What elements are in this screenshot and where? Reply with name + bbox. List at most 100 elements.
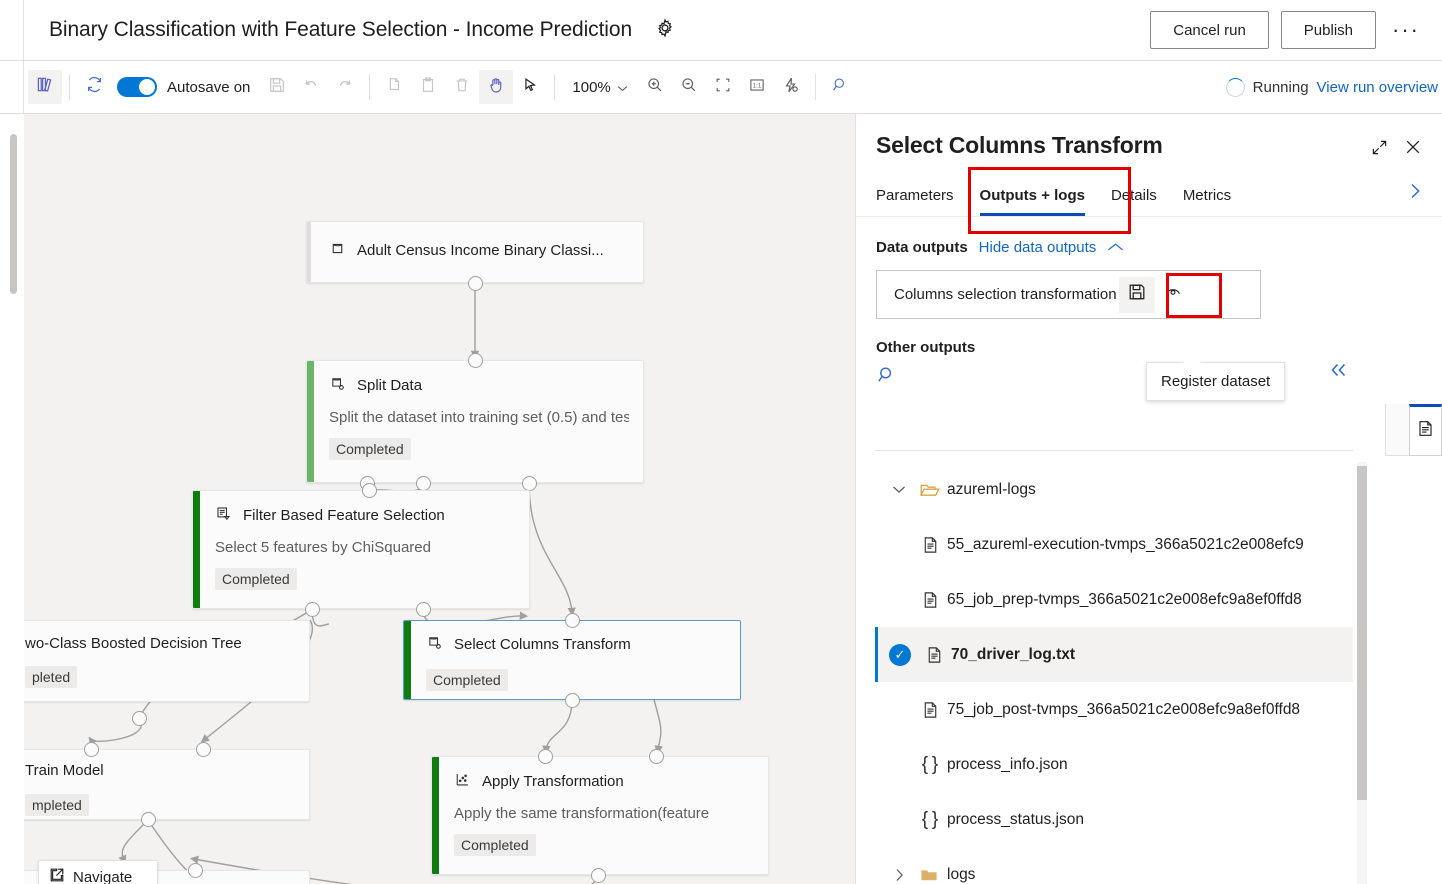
zoom-in-icon (646, 76, 664, 99)
expand-panel-button[interactable] (1371, 139, 1388, 161)
node-port-in-1[interactable] (538, 749, 553, 764)
search-canvas-button[interactable] (823, 70, 857, 104)
node-body: Filter Based Feature Selection Select 5 … (193, 491, 529, 602)
other-outputs-file-tree[interactable]: azureml-logs 55_azureml-execution-tvmps_… (875, 462, 1353, 884)
chevron-up-icon[interactable] (1107, 240, 1124, 255)
expand-icon (1371, 139, 1388, 161)
running-spinner-icon (1226, 78, 1245, 97)
gear-icon (654, 17, 676, 44)
tab-metrics[interactable]: Metrics (1170, 177, 1244, 216)
tree-row-file-65-job-prep[interactable]: 65_job_prep-tvmps_366a5021c2e008efc9a8ef… (875, 572, 1353, 627)
tree-row-folder-logs[interactable]: logs (875, 847, 1353, 884)
node-status-badge: Completed (454, 834, 536, 856)
auto-layout-button[interactable] (774, 70, 808, 104)
canvas-vertical-scrollbar[interactable] (10, 134, 17, 294)
autosave-toggle[interactable] (117, 77, 157, 97)
zoom-out-icon (680, 76, 698, 99)
cancel-run-button[interactable]: Cancel run (1150, 11, 1269, 49)
close-panel-button[interactable] (1404, 138, 1422, 161)
zoom-out-button[interactable] (672, 70, 706, 104)
pipeline-node-train-model[interactable]: Train Model mpleted (24, 749, 310, 820)
pipeline-node-split-data[interactable]: Split Data Split the dataset into traini… (306, 360, 644, 483)
node-port-in-2[interactable] (196, 742, 211, 757)
refresh-button[interactable] (77, 70, 111, 104)
node-port-out-2[interactable] (416, 602, 431, 617)
tree-row-file-55-azureml-execution[interactable]: 55_azureml-execution-tvmps_366a5021c2e00… (875, 517, 1353, 572)
selected-check-icon: ✓ (889, 644, 911, 666)
pan-tool-button[interactable] (479, 70, 513, 104)
select-tool-button[interactable] (513, 70, 547, 104)
pipeline-node-dataset[interactable]: Adult Census Income Binary Classi... (306, 221, 644, 283)
tree-row-folder-azureml-logs[interactable]: azureml-logs (875, 462, 1353, 517)
zoom-level-dropdown[interactable]: 100% (572, 79, 627, 96)
tree-row-file-70-driver-log[interactable]: ✓ 70_driver_log.txt (875, 627, 1353, 682)
tree-row-label: 70_driver_log.txt (951, 646, 1075, 664)
redo-button[interactable] (328, 70, 362, 104)
settings-button[interactable] (650, 15, 680, 45)
node-port-in[interactable] (468, 353, 483, 368)
chevron-right-icon (1409, 188, 1422, 205)
node-title-row: Select Columns Transform (426, 634, 726, 655)
view-run-overview-link[interactable]: View run overview (1317, 79, 1438, 96)
node-port-in[interactable] (362, 483, 377, 498)
tab-details[interactable]: Details (1098, 177, 1170, 216)
tab-parameters[interactable]: Parameters (876, 177, 967, 216)
save-button[interactable] (260, 70, 294, 104)
tree-row-file-75-job-post[interactable]: 75_job_post-tvmps_366a5021c2e008efc9a8ef… (875, 682, 1353, 737)
node-body: wo-Class Boosted Decision Tree pleted (24, 621, 309, 700)
node-port-out-3[interactable] (522, 476, 537, 491)
file-tree-scrollbar-thumb[interactable] (1357, 466, 1367, 800)
json-icon: { } (913, 809, 947, 831)
visualize-output-button[interactable] (1155, 277, 1191, 313)
node-port-out[interactable] (132, 711, 147, 726)
chevron-down-icon[interactable] (885, 485, 913, 494)
node-title-row: Split Data (329, 375, 629, 396)
tree-row-file-process-status-json[interactable]: { } process_status.json (875, 792, 1353, 847)
right-rail-panel-tab[interactable] (1409, 404, 1442, 456)
folder-open-icon (913, 480, 947, 500)
node-body: Select Columns Transform Completed (404, 621, 740, 700)
tabs-overflow-button[interactable] (1409, 181, 1422, 216)
node-status-badge: Completed (215, 568, 297, 590)
node-port-out-2[interactable] (416, 476, 431, 491)
zoom-in-button[interactable] (638, 70, 672, 104)
delete-button[interactable] (445, 70, 479, 104)
node-title-row: Adult Census Income Binary Classi... (329, 240, 629, 261)
toolbar-run-status: Running View run overview (1226, 78, 1442, 97)
pipeline-canvas[interactable]: Adult Census Income Binary Classi... Spl… (24, 114, 855, 884)
pipeline-node-apply-transformation[interactable]: Apply Transformation Apply the same tran… (431, 756, 769, 875)
node-port-out[interactable] (141, 812, 156, 827)
tree-row-file-process-info-json[interactable]: { } process_info.json (875, 737, 1353, 792)
module-icon (329, 375, 346, 396)
paste-button[interactable] (411, 70, 445, 104)
register-dataset-button[interactable] (1119, 277, 1155, 313)
node-port-in[interactable] (565, 613, 580, 628)
tab-outputs-logs[interactable]: Outputs + logs (967, 177, 1098, 216)
node-port-out[interactable] (565, 693, 580, 708)
node-port-in-2[interactable] (649, 749, 664, 764)
fit-to-screen-button[interactable] (706, 70, 740, 104)
node-title: Apply Transformation (482, 773, 624, 790)
node-port-out[interactable] (468, 276, 483, 291)
pipeline-node-two-class-boosted-decision-tree[interactable]: wo-Class Boosted Decision Tree pleted (24, 620, 310, 702)
copy-button[interactable] (377, 70, 411, 104)
tree-row-label: process_info.json (947, 756, 1068, 774)
undo-button[interactable] (294, 70, 328, 104)
node-title-row: Train Model (25, 762, 295, 779)
node-port-in-2[interactable] (188, 863, 203, 878)
library-toggle-button[interactable] (28, 70, 62, 104)
actual-size-button[interactable]: 1:1 (740, 70, 774, 104)
more-options-button[interactable]: ··· (1388, 12, 1424, 48)
pipeline-node-filter-based-feature-selection[interactable]: Filter Based Feature Selection Select 5 … (192, 490, 530, 609)
tree-row-label: 55_azureml-execution-tvmps_366a5021c2e00… (947, 536, 1304, 554)
collapse-tree-button[interactable] (1328, 362, 1350, 384)
navigate-button[interactable]: Navigate (38, 860, 158, 884)
node-port-out[interactable] (591, 868, 606, 883)
chevron-right-icon[interactable] (885, 868, 913, 882)
hide-data-outputs-link[interactable]: Hide data outputs (979, 239, 1097, 256)
node-port-in-1[interactable] (84, 742, 99, 757)
publish-button[interactable]: Publish (1281, 11, 1376, 49)
tree-row-label: logs (947, 866, 975, 884)
node-port-out-1[interactable] (305, 602, 320, 617)
pipeline-node-select-columns-transform[interactable]: Select Columns Transform Completed (403, 620, 741, 700)
